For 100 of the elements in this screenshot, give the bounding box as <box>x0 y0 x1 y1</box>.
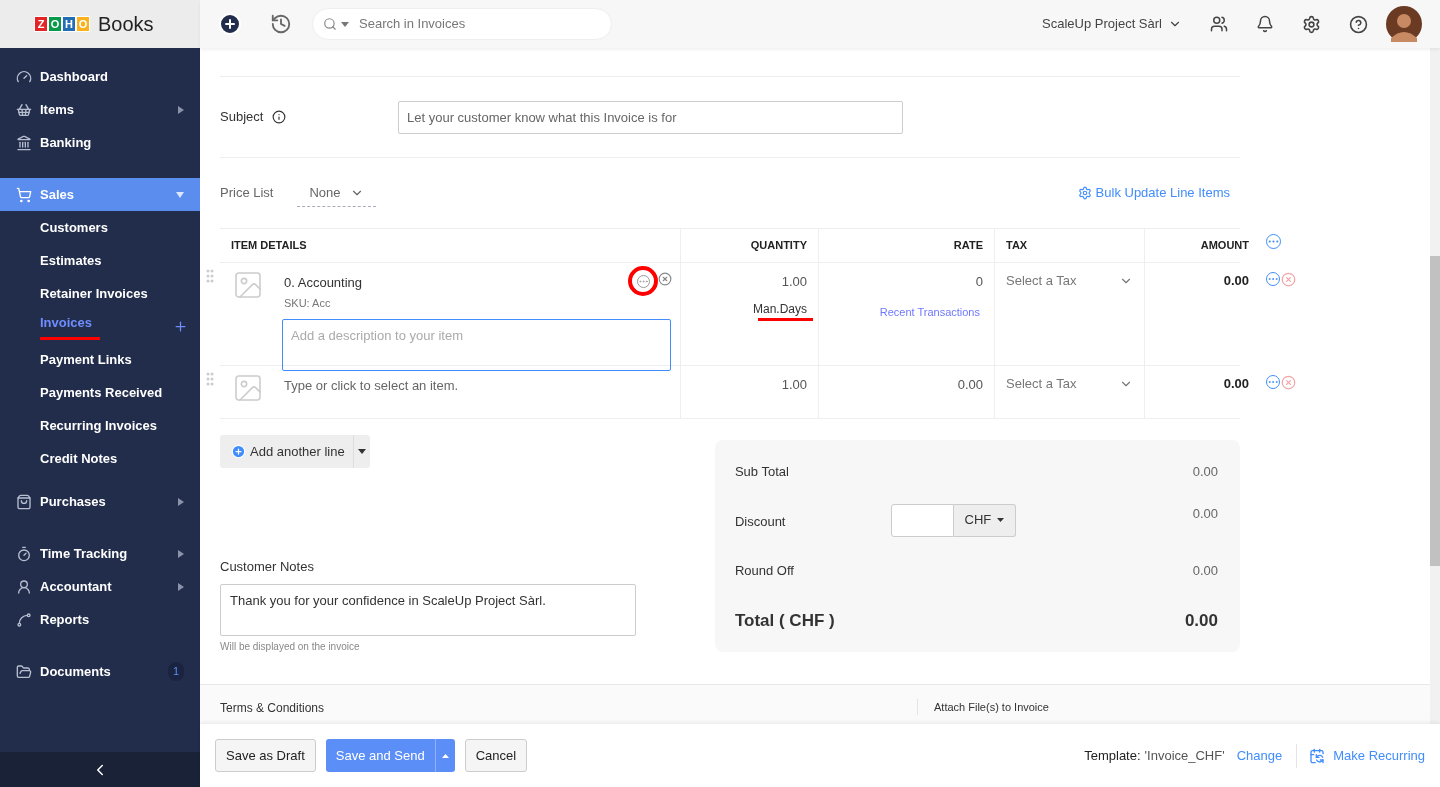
logo-letter: H <box>62 16 76 32</box>
logo-letter: O <box>76 16 90 32</box>
field-hint: Will be displayed on the invoice <box>220 639 361 654</box>
column-header: RATE <box>818 229 994 262</box>
scrollbar-thumb[interactable] <box>1430 256 1440 566</box>
logo-letter: Z <box>34 16 48 32</box>
discount-field[interactable] <box>890 503 954 537</box>
image-placeholder-icon <box>232 269 264 301</box>
save-draft-button[interactable]: Save as Draft <box>215 739 316 772</box>
price-list-label: Price List <box>220 184 274 203</box>
sidebar-item[interactable]: Banking <box>0 126 200 159</box>
nav-icon <box>16 186 32 203</box>
search-input[interactable]: Search in Invoices <box>359 14 601 34</box>
rate-value[interactable]: 0 <box>975 272 983 292</box>
delete-icon[interactable] <box>1281 272 1296 287</box>
subject-label: Subject <box>220 108 265 127</box>
round-off-value: 0.00 <box>1192 561 1218 580</box>
history-icon[interactable] <box>270 13 292 35</box>
column-header: AMOUNT <box>1144 229 1260 262</box>
sidebar-item[interactable]: Purchases <box>0 485 200 518</box>
discount-value: 0.00 <box>1192 504 1218 523</box>
template-name: 'Invoice_CHF' <box>1144 746 1225 765</box>
remove-icon[interactable] <box>658 272 672 286</box>
nav-icon <box>16 545 32 562</box>
price-list-dropdown[interactable]: None <box>297 179 377 207</box>
product-name: Books <box>98 12 154 37</box>
recurring-icon <box>1309 747 1326 764</box>
sub-total-label: Sub Total <box>734 463 789 481</box>
caret-up-icon <box>441 753 449 758</box>
sidebar-subitem[interactable]: Customers <box>40 217 188 238</box>
settings-icon[interactable] <box>1302 14 1321 34</box>
notification-icon[interactable] <box>1256 15 1274 33</box>
template-label: Template: <box>1084 746 1141 765</box>
customer-notes-field[interactable]: Thank you for your confidence in ScaleUp Project Sàrl. <box>220 583 636 636</box>
sidebar-subitem[interactable]: Estimates <box>40 250 188 271</box>
drag-handle-icon[interactable] <box>206 269 214 283</box>
help-icon[interactable] <box>1349 14 1368 34</box>
item-sku: SKU: Acc <box>284 295 332 311</box>
amount-value: 0.00 <box>1223 272 1249 290</box>
add-icon[interactable] <box>218 12 242 36</box>
plus-circle-icon <box>231 444 246 459</box>
sidebar-subitem[interactable]: Retainer Invoices <box>40 283 188 304</box>
organization-dropdown[interactable]: ScaleUp Project Sàrl <box>1042 14 1182 34</box>
description-field[interactable]: Add a description to your item <box>282 319 671 371</box>
sidebar-item[interactable]: Items <box>0 93 200 126</box>
nav-icon <box>16 101 32 118</box>
sidebar-subitem[interactable]: Invoices <box>40 313 173 333</box>
discount-unit-dropdown[interactable]: CHF <box>953 503 1016 537</box>
nav-icon <box>16 134 32 151</box>
save-send-dropdown[interactable] <box>434 739 455 772</box>
caret-down-icon <box>357 449 366 454</box>
sidebar-item[interactable]: Documents 1 <box>0 655 200 688</box>
sidebar-subitem[interactable]: Payments Received <box>40 382 188 403</box>
discount-label: Discount <box>734 512 787 531</box>
nav-icon <box>16 493 32 510</box>
logo-letter: O <box>48 16 62 32</box>
nav-icon <box>16 68 32 85</box>
tax-dropdown[interactable]: Select a Tax <box>1006 271 1133 291</box>
sidebar-subitem[interactable]: Credit Notes <box>40 448 188 469</box>
round-off-label: Round Off <box>734 561 794 580</box>
add-line-button[interactable]: Add another line <box>220 435 353 468</box>
count-badge: 1 <box>167 662 184 681</box>
nav-icon <box>16 663 32 680</box>
sidebar-subitem[interactable]: Recurring Invoices <box>40 415 188 436</box>
item-picker-field[interactable]: Type or click to select an item. <box>284 376 672 396</box>
subject-field[interactable]: Let your customer know what this Invoice is for <box>398 100 903 134</box>
sidebar-item[interactable]: Accountant <box>0 570 200 603</box>
recent-transactions-link[interactable]: Recent Transactions <box>879 303 980 320</box>
sub-total-value: 0.00 <box>1192 463 1218 481</box>
sidebar-item[interactable]: Time Tracking <box>0 537 200 570</box>
avatar[interactable] <box>1386 6 1422 42</box>
delete-icon[interactable] <box>1281 375 1296 390</box>
quantity-value[interactable]: 1.00 <box>781 272 807 292</box>
unit-label: Man.Days <box>752 300 807 318</box>
column-header: QUANTITY <box>680 229 818 262</box>
rate-value[interactable]: 0.00 <box>957 375 983 395</box>
search-icon[interactable] <box>323 17 337 31</box>
amount-value: 0.00 <box>1223 375 1249 393</box>
column-header: ITEM DETAILS <box>230 238 308 254</box>
nav-icon <box>16 611 32 628</box>
column-header: TAX <box>994 229 1144 262</box>
image-placeholder-icon <box>232 372 264 404</box>
sidebar-item[interactable]: Dashboard <box>0 60 200 93</box>
gear-icon <box>1077 186 1092 200</box>
sidebar-subitem[interactable]: Payment Links <box>40 349 188 370</box>
users-icon[interactable] <box>1210 15 1228 33</box>
quantity-value[interactable]: 1.00 <box>781 375 807 395</box>
drag-handle-icon[interactable] <box>206 372 214 386</box>
info-icon[interactable] <box>272 110 286 124</box>
caret-down-icon[interactable] <box>341 21 349 27</box>
search-field[interactable]: Search in Invoices <box>312 8 612 40</box>
caret-down-icon <box>997 518 1005 522</box>
sidebar-item[interactable]: Reports <box>0 603 200 636</box>
customer-notes-label: Customer Notes <box>220 558 315 576</box>
total-value: 0.00 <box>1184 610 1218 632</box>
cancel-button[interactable]: Cancel <box>464 739 528 772</box>
item-name[interactable]: 0. Accounting <box>284 273 628 293</box>
nav-icon <box>16 578 32 595</box>
tax-dropdown[interactable]: Select a Tax <box>1006 374 1133 394</box>
attach-files-label: Attach File(s) to Invoice <box>917 698 1049 715</box>
